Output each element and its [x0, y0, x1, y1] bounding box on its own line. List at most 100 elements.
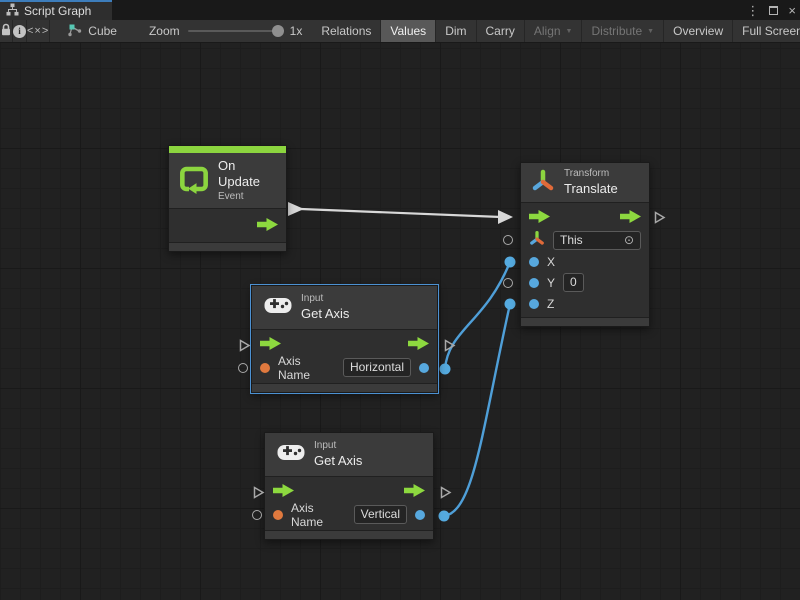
flow-output-port[interactable]: [408, 337, 429, 353]
node-translate[interactable]: Transform Translate: [520, 162, 650, 327]
wire-endpoint: [505, 257, 516, 268]
unconnected-value-marker[interactable]: [252, 510, 262, 520]
port-label-z: Z: [547, 297, 554, 311]
y-value-field[interactable]: 0: [563, 273, 584, 292]
tab-title: Script Graph: [24, 4, 91, 18]
unconnected-flow-marker[interactable]: [237, 338, 252, 356]
node-title: Get Axis: [301, 306, 349, 322]
node-title: Get Axis: [314, 453, 362, 469]
lock-icon: [0, 23, 12, 39]
object-picker-icon[interactable]: ⊙: [624, 234, 634, 246]
wire-endpoint: [505, 299, 516, 310]
window-controls: ⋮ ×: [746, 0, 796, 20]
zoom-slider[interactable]: [188, 30, 282, 32]
wire-endpoint: [439, 511, 450, 522]
value-port-axis-name[interactable]: [260, 363, 270, 373]
loop-event-icon: [179, 164, 209, 197]
value-port-axis-name[interactable]: [273, 510, 283, 520]
tab-script-graph[interactable]: Script Graph: [0, 0, 112, 20]
flow-wire-on-update-to-translate[interactable]: [301, 209, 501, 217]
node-title: On Update: [218, 158, 276, 191]
toolbar-button-dim[interactable]: Dim: [436, 20, 476, 42]
node-footer: [521, 317, 649, 326]
node-category: Input: [314, 440, 362, 453]
unconnected-value-marker-y[interactable]: [503, 278, 513, 288]
lock-button[interactable]: [0, 20, 13, 42]
toolbar-button-values[interactable]: Values: [381, 20, 436, 42]
node-footer: [252, 383, 437, 392]
script-graph-icon: [6, 3, 19, 19]
node-subtitle: Event: [218, 191, 276, 204]
graph-reference[interactable]: Cube: [50, 20, 127, 42]
unconnected-value-marker[interactable]: [238, 363, 248, 373]
node-header[interactable]: On Update Event: [169, 153, 286, 209]
menu-icon[interactable]: ⋮: [746, 4, 759, 17]
tab-bar: Script Graph ⋮ ×: [0, 0, 800, 20]
value-wire-vertical-to-z[interactable]: [444, 304, 510, 516]
close-icon[interactable]: ×: [788, 4, 796, 17]
node-header[interactable]: Transform Translate: [521, 163, 649, 203]
gamepad-icon: [277, 444, 305, 464]
node-footer: [265, 530, 433, 539]
node-category: Transform: [564, 168, 618, 181]
axis-name-field[interactable]: Vertical: [354, 505, 407, 524]
value-port-z[interactable]: [529, 299, 539, 309]
value-output-port[interactable]: [419, 363, 429, 373]
port-label-axis-name: Axis Name: [278, 354, 335, 382]
info-icon: i: [13, 25, 26, 38]
graph-name: Cube: [88, 24, 117, 38]
toolbar-button-overview[interactable]: Overview: [664, 20, 733, 42]
node-footer: [169, 242, 286, 251]
toolbar-button-relations[interactable]: Relations: [312, 20, 381, 42]
code-icon: <×>: [27, 25, 49, 37]
chevron-down-icon: ▼: [566, 28, 573, 35]
node-get-axis-vertical[interactable]: Input Get Axis Axis Name Vertical: [264, 432, 434, 540]
value-output-port[interactable]: [415, 510, 425, 520]
wire-endpoint: [440, 364, 451, 375]
node-title: Translate: [564, 181, 618, 197]
toolbar-button-carry[interactable]: Carry: [477, 20, 525, 42]
flow-input-port[interactable]: [260, 337, 281, 353]
transform-icon: [531, 168, 555, 197]
flow-output-port[interactable]: [257, 218, 278, 234]
flow-input-port[interactable]: [273, 484, 294, 500]
maximize-icon[interactable]: [769, 6, 778, 15]
graph-canvas[interactable]: On Update Event: [0, 43, 800, 600]
unconnected-flow-marker[interactable]: [438, 485, 453, 503]
graph-asset-icon: [68, 23, 82, 40]
port-label-y: Y: [547, 276, 555, 290]
toolbar-button-distribute[interactable]: Distribute ▼: [582, 20, 664, 42]
transform-port-icon[interactable]: [529, 230, 545, 250]
flow-output-port[interactable]: [620, 210, 641, 226]
chevron-down-icon: ▼: [647, 28, 654, 35]
node-header[interactable]: Input Get Axis: [252, 286, 437, 330]
gamepad-icon: [264, 297, 292, 317]
unconnected-flow-marker[interactable]: [251, 485, 266, 503]
graph-toolbar: i <×> Cube Zoom 1x Rel: [0, 20, 800, 43]
target-object-field[interactable]: This ⊙: [553, 231, 641, 250]
node-on-update[interactable]: On Update Event: [168, 145, 287, 252]
script-graph-window: Script Graph ⋮ × i <×>: [0, 0, 800, 600]
zoom-label: Zoom: [149, 24, 180, 38]
port-label-x: X: [547, 255, 555, 269]
node-category: Input: [301, 293, 349, 306]
toolbar-button-align[interactable]: Align ▼: [525, 20, 583, 42]
unconnected-flow-marker[interactable]: [652, 210, 667, 228]
unconnected-value-marker-this[interactable]: [503, 235, 513, 245]
toolbar-button-fullscreen[interactable]: Full Screen: [733, 20, 800, 42]
event-color-bar: [169, 146, 286, 153]
code-preview-button[interactable]: <×>: [27, 20, 50, 42]
zoom-value: 1x: [290, 24, 303, 38]
axis-name-field[interactable]: Horizontal: [343, 358, 411, 377]
flow-input-port[interactable]: [529, 210, 550, 226]
inspect-button[interactable]: i: [13, 20, 27, 42]
value-port-y[interactable]: [529, 278, 539, 288]
unconnected-flow-marker[interactable]: [442, 338, 457, 356]
node-header[interactable]: Input Get Axis: [265, 433, 433, 477]
zoom-slider-handle[interactable]: [272, 25, 284, 37]
node-get-axis-horizontal[interactable]: Input Get Axis Axis Name Horizontal: [251, 285, 438, 393]
flow-wire-end-arrow: [498, 210, 513, 224]
flow-output-port[interactable]: [404, 484, 425, 500]
value-port-x[interactable]: [529, 257, 539, 267]
port-label-axis-name: Axis Name: [291, 501, 346, 529]
